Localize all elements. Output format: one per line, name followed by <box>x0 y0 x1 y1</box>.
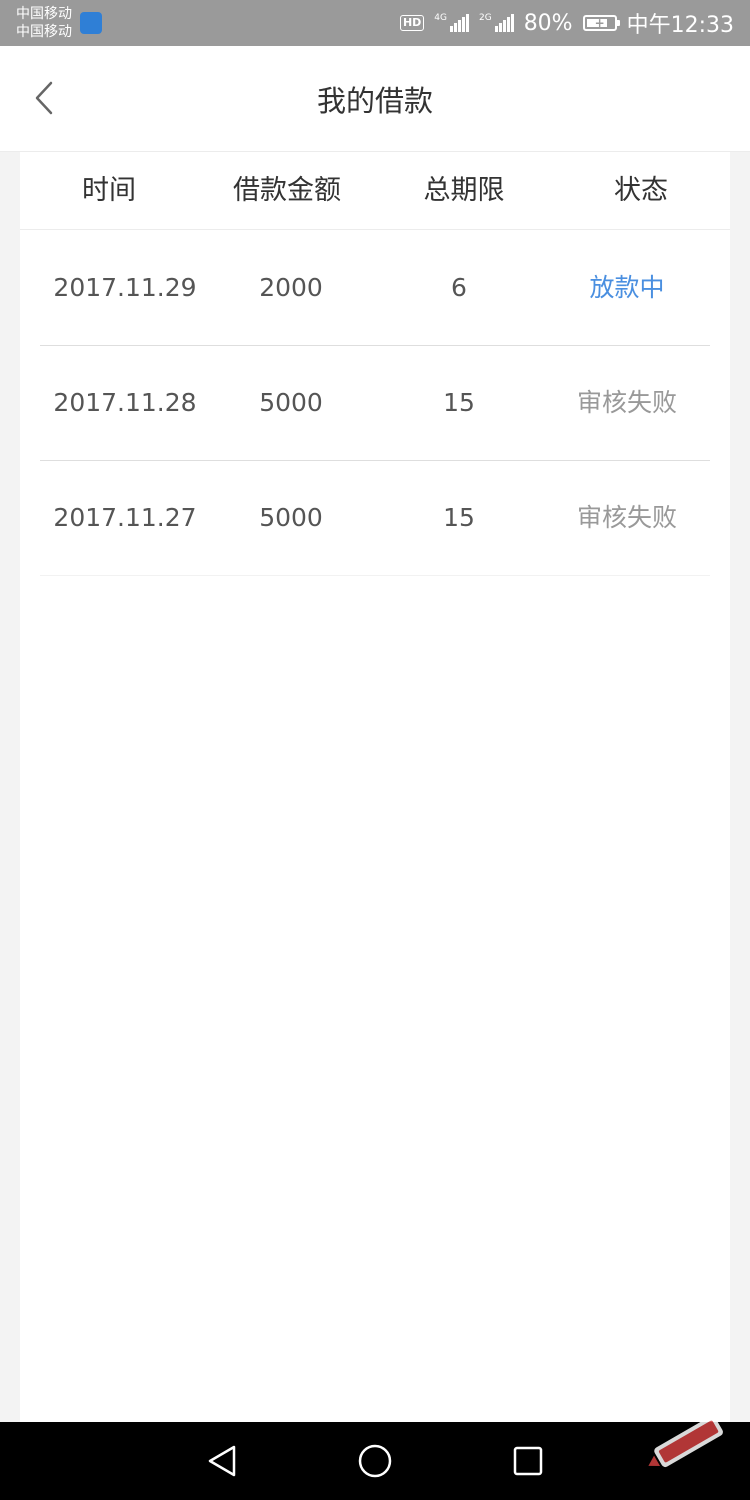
carrier-info: 中国移动 中国移动 <box>16 5 72 41</box>
loan-amount: 2000 <box>259 273 323 302</box>
loan-amount: 5000 <box>259 503 323 532</box>
table-row[interactable]: 2017.11.29 2000 6 放款中 <box>40 230 710 346</box>
table-header: 时间 借款金额 总期限 状态 <box>20 152 730 230</box>
loan-term: 15 <box>443 503 475 532</box>
column-header-status: 状态 <box>614 175 668 206</box>
status-indicators: HD 4G 2G 80% + 中午12:33 <box>399 0 734 46</box>
triangle-back-icon <box>208 1445 236 1477</box>
loan-list-card: 时间 借款金额 总期限 状态 2017.11.29 2000 6 放款中 201… <box>20 152 730 1422</box>
loan-amount: 5000 <box>259 388 323 417</box>
page-title: 我的借款 <box>316 83 433 118</box>
hd-badge: HD <box>399 15 425 31</box>
column-header-amount: 借款金额 <box>233 175 341 206</box>
loan-status: 审核失败 <box>576 388 677 417</box>
network-1-label: 4G <box>434 13 447 23</box>
loan-term: 6 <box>451 273 467 302</box>
nav-back-button[interactable] <box>202 1441 242 1481</box>
column-header-time: 时间 <box>82 175 136 206</box>
battery-percent: 80% <box>523 10 573 36</box>
nav-home-button[interactable] <box>355 1441 395 1481</box>
app-notification-icon <box>80 12 102 34</box>
clock: 中午12:33 <box>626 13 734 38</box>
loan-term: 15 <box>443 388 475 417</box>
carrier-1: 中国移动 <box>16 6 72 22</box>
table-row[interactable]: 2017.11.28 5000 15 审核失败 <box>40 345 710 461</box>
loan-date: 2017.11.28 <box>53 388 197 417</box>
loan-date: 2017.11.29 <box>53 273 197 302</box>
watermark-logo <box>648 1415 723 1468</box>
loan-status: 审核失败 <box>576 503 677 532</box>
column-header-term: 总期限 <box>423 175 505 206</box>
nav-recents-button[interactable] <box>508 1441 548 1481</box>
battery-icon: + <box>582 15 620 31</box>
signal-4g-icon: 4G <box>434 14 469 32</box>
network-2-label: 2G <box>478 13 492 23</box>
status-bar: 中国移动 中国移动 HD 4G 2G 80% + 中午12:33 <box>0 0 750 46</box>
square-recents-icon <box>513 1446 543 1476</box>
app-header: 我的借款 <box>0 46 750 152</box>
signal-2g-icon: 2G <box>479 14 514 32</box>
loan-status: 放款中 <box>589 273 665 302</box>
table-row[interactable]: 2017.11.27 5000 15 审核失败 <box>40 460 710 576</box>
circle-home-icon <box>358 1444 392 1478</box>
loan-date: 2017.11.27 <box>53 503 197 532</box>
carrier-2: 中国移动 <box>16 24 72 40</box>
